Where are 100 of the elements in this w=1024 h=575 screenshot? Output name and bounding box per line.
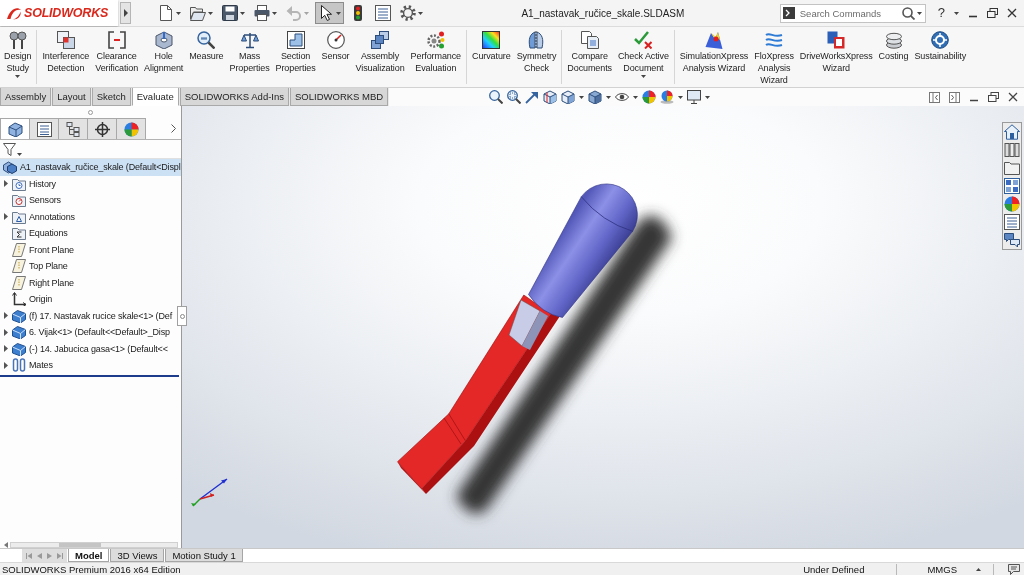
tree-item[interactable]: (f) 17. Nastavak rucice skale<1> (Def — [0, 307, 174, 324]
tree-item[interactable]: Front Plane — [0, 241, 76, 258]
save-button[interactable] — [219, 2, 248, 24]
expand-arrow-icon[interactable] — [4, 361, 8, 369]
expand-arrow-icon[interactable] — [4, 328, 8, 336]
scroll-left-arrow-icon[interactable] — [4, 541, 8, 548]
sheet-tab[interactable]: Model — [68, 549, 110, 562]
expand-arrow-icon[interactable] — [4, 312, 8, 320]
ribbon-button[interactable]: SimulationXpress Analysis Wizard — [677, 30, 751, 74]
close-icon[interactable] — [1007, 8, 1017, 18]
ribbon-button[interactable]: Performance Evaluation — [408, 30, 463, 74]
horizontal-scrollbar[interactable] — [10, 541, 178, 548]
expand-arrow-icon[interactable] — [4, 345, 8, 353]
caret-icon[interactable] — [606, 95, 612, 99]
eye-icon[interactable] — [615, 90, 630, 104]
panel-tab[interactable] — [58, 118, 88, 139]
chat-bubbles-icon[interactable] — [1004, 232, 1020, 248]
panel-tab[interactable] — [87, 118, 117, 139]
flyout-toggle-button[interactable] — [177, 306, 187, 326]
ribbon-button[interactable]: Hole Alignment — [142, 30, 186, 74]
color-ball-icon[interactable] — [1004, 196, 1020, 212]
ribbon-button[interactable]: Sustainability — [912, 30, 969, 62]
tile-right-icon[interactable] — [949, 91, 960, 103]
ribbon-button[interactable]: Design Study — [2, 30, 34, 79]
caret-icon[interactable] — [633, 95, 639, 99]
search-input[interactable]: Search Commands — [796, 7, 900, 19]
options-button[interactable] — [397, 2, 426, 24]
ribbon-button[interactable]: Mass Properties — [227, 30, 272, 74]
search-field[interactable]: Search Commands — [779, 3, 926, 23]
tile-left-icon[interactable] — [929, 91, 940, 103]
columns-icon[interactable] — [1004, 142, 1020, 158]
ribbon-button[interactable]: FloXpress Analysis Wizard — [752, 30, 796, 86]
units-label[interactable]: MMGS — [927, 563, 957, 575]
sheet-tab[interactable]: 3D Views — [110, 549, 165, 562]
tree-item[interactable]: (-) 14. Jabucica gasa<1> (Default<< — [0, 340, 170, 357]
search-icon[interactable] — [901, 6, 915, 20]
chevron-right-icon[interactable] — [171, 124, 176, 133]
panel-tab[interactable] — [29, 118, 59, 139]
caret-icon[interactable] — [579, 95, 585, 99]
ribbon-button[interactable]: Curvature — [470, 30, 513, 62]
tree-item[interactable]: Sensors — [0, 192, 63, 209]
caret-icon[interactable] — [678, 95, 684, 99]
scrollbar-thumb[interactable] — [59, 542, 101, 547]
caret-up-icon[interactable] — [976, 567, 981, 571]
rollback-bar[interactable] — [0, 374, 179, 377]
ribbon-button[interactable]: Sensor — [319, 30, 352, 62]
monitor-icon[interactable] — [687, 90, 702, 104]
restore-icon[interactable] — [987, 8, 998, 18]
ribbon-button[interactable]: Costing — [876, 30, 911, 62]
view-grid-icon[interactable] — [1004, 178, 1020, 194]
slanted-arrow-icon[interactable] — [525, 90, 540, 104]
close-icon[interactable] — [1008, 92, 1018, 102]
tree-item[interactable]: Right Plane — [0, 274, 76, 291]
command-tab[interactable]: SOLIDWORKS MBD — [290, 88, 389, 106]
caret-icon[interactable] — [916, 11, 922, 15]
ribbon-button[interactable]: Measure — [187, 30, 226, 62]
menu-expand-button[interactable] — [120, 2, 131, 24]
file-properties-button[interactable] — [372, 2, 394, 24]
ribbon-button[interactable]: Clearance Verification — [93, 30, 141, 74]
cube-section-icon[interactable] — [543, 90, 558, 104]
home-icon[interactable] — [1004, 124, 1020, 140]
ribbon-button[interactable]: Check Active Document — [615, 30, 671, 79]
command-tab[interactable]: Sketch — [91, 88, 131, 106]
magnifier-box-icon[interactable] — [507, 90, 522, 104]
ribbon-button[interactable]: Symmetry Check — [514, 30, 559, 74]
expand-arrow-icon[interactable] — [4, 213, 8, 221]
tree-item[interactable]: History — [0, 175, 58, 192]
tree-item[interactable]: Equations — [0, 225, 70, 242]
restore-icon[interactable] — [988, 92, 999, 102]
command-tab[interactable]: SOLIDWORKS Add-Ins — [179, 88, 289, 106]
ribbon-button[interactable]: DriveWorksXpress Wizard — [797, 30, 875, 74]
magnifier-icon[interactable] — [489, 90, 504, 104]
command-tab[interactable]: Layout — [52, 88, 91, 106]
filter-button[interactable] — [3, 142, 22, 156]
tree-item[interactable]: Annotations — [0, 208, 77, 225]
ribbon-button[interactable]: Section Properties — [273, 30, 318, 74]
panel-tab[interactable] — [0, 118, 30, 139]
expand-arrow-icon[interactable] — [4, 180, 8, 188]
caret-icon[interactable] — [954, 11, 959, 15]
help-button[interactable]: ? — [937, 6, 945, 20]
tree-item[interactable]: Origin — [0, 291, 55, 308]
sheet-tab[interactable]: Motion Study 1 — [165, 549, 243, 562]
color-ball-icon[interactable] — [642, 90, 657, 104]
scene-ball-icon[interactable] — [660, 90, 675, 104]
list-icon[interactable] — [1004, 214, 1020, 230]
tree-item[interactable]: Top Plane — [0, 258, 70, 275]
tree-item[interactable]: A1_nastavak_ručice_skale (Default<Displ — [0, 159, 181, 176]
ribbon-button[interactable]: Compare Documents — [565, 30, 614, 74]
command-tab[interactable]: Assembly — [0, 88, 52, 106]
tree-item[interactable]: Mates — [0, 357, 55, 374]
tree-item[interactable]: 6. Vijak<1> (Default<<Default>_Disp — [0, 324, 172, 341]
ribbon-button[interactable]: Assembly Visualization — [353, 30, 407, 74]
command-tab[interactable]: Evaluate — [131, 88, 179, 106]
cube-icon[interactable] — [561, 90, 576, 104]
select-button[interactable] — [315, 2, 344, 24]
speech-bubble-icon[interactable] — [1008, 563, 1020, 575]
caret-icon[interactable] — [705, 95, 711, 99]
shaded-cube-icon[interactable] — [588, 90, 603, 104]
ribbon-button[interactable]: Interference Detection — [40, 30, 92, 74]
folder-icon[interactable] — [1004, 160, 1020, 176]
